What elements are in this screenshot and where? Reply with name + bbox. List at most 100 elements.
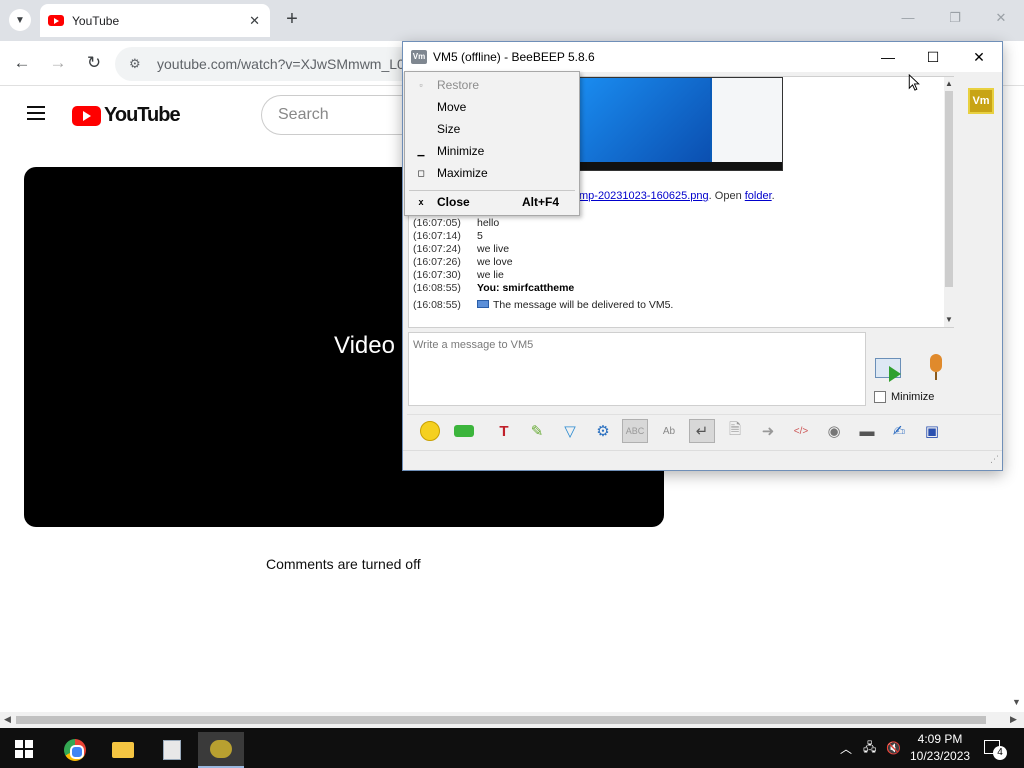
notification-count: 4	[993, 746, 1007, 760]
chrome-icon	[64, 739, 86, 761]
nudge-icon[interactable]	[451, 419, 477, 443]
status-bar	[403, 450, 1002, 470]
close-shortcut: Alt+F4	[522, 195, 560, 209]
hamburger-menu-icon[interactable]	[27, 106, 45, 120]
file-saved-line: mp-20231023-160625.png. Open folder.	[579, 190, 775, 202]
browser-tab-strip: ▼ YouTube ✕ + — ❐ ✕	[0, 0, 1024, 41]
font-icon[interactable]: T	[491, 419, 517, 443]
chat-scrollbar-thumb[interactable]	[945, 91, 953, 287]
chat-message: (16:07:26) we love	[413, 256, 513, 268]
restore-icon: ▫	[419, 80, 423, 90]
menu-item-move[interactable]: Move	[405, 96, 579, 118]
screenshot-icon[interactable]: ◉	[821, 419, 847, 443]
chat-toolbar: T ✎ ▽ ⚙ ABC Ab ↵ 🗎 ➜ </> ◉ ▬ ✍ ▣	[407, 414, 1001, 446]
send-folder-icon[interactable]: ➜	[755, 419, 781, 443]
folder-link[interactable]: folder	[745, 190, 772, 202]
comments-status: Comments are turned off	[266, 556, 421, 572]
window-minimize-button[interactable]: —	[878, 47, 898, 67]
menu-item-restore[interactable]: ▫ Restore	[405, 74, 579, 96]
chat-system-message: (16:08:55) The message will be delivered …	[413, 299, 674, 311]
microphone-icon	[930, 354, 942, 372]
notification-center-icon[interactable]: 4	[984, 738, 1007, 760]
tab-search-button[interactable]: ▼	[9, 9, 31, 31]
scroll-left-icon[interactable]: ◀	[4, 714, 11, 725]
menu-item-close[interactable]: x Close Alt+F4	[405, 191, 579, 213]
scroll-right-icon[interactable]: ▶	[1010, 714, 1017, 725]
volume-muted-icon[interactable]: 🔇	[886, 728, 901, 768]
chat-scrollbar[interactable]: ▲ ▼	[944, 77, 954, 327]
mail-icon	[477, 300, 489, 308]
shared-screenshot-image[interactable]	[579, 77, 783, 171]
maximize-icon: ◻	[417, 168, 425, 178]
browser-close-button[interactable]: ✕	[991, 10, 1011, 26]
scroll-down-icon[interactable]: ▼	[944, 315, 954, 324]
clock-time: 4:09 PM	[917, 732, 963, 746]
taskbar-app[interactable]	[149, 732, 195, 768]
voice-message-button[interactable]	[925, 354, 947, 384]
beebeep-titlebar[interactable]: Vm VM5 (offline) - BeeBEEP 5.8.6 — ☐ ✕	[403, 42, 1002, 72]
send-button[interactable]	[875, 356, 907, 382]
resize-grip-icon[interactable]: ⋰	[990, 454, 999, 465]
taskbar-chrome[interactable]	[52, 732, 98, 768]
youtube-favicon-icon	[48, 15, 64, 26]
system-clock[interactable]: 4:09 PM 10/23/2023	[910, 731, 970, 765]
font-color-icon[interactable]: ✎	[524, 419, 550, 443]
tab-close-icon[interactable]: ✕	[249, 13, 260, 29]
chevron-down-icon: ▼	[15, 14, 25, 26]
reload-icon[interactable]: ↻	[83, 52, 105, 74]
youtube-logo-icon	[72, 105, 101, 126]
html-code-icon[interactable]: </>	[788, 419, 814, 443]
tray-overflow-icon[interactable]: ︿	[840, 728, 852, 768]
forward-arrow-icon[interactable]: →	[47, 52, 69, 74]
settings-gear-icon[interactable]: ⚙	[590, 419, 616, 443]
browser-restore-button[interactable]: ❐	[945, 10, 965, 26]
word-completer-icon[interactable]: Ab	[656, 419, 682, 443]
video-placeholder-text: Video	[334, 332, 395, 359]
window-context-menu: ▫ Restore Move Size ▁ Minimize ◻ Maximiz…	[404, 71, 580, 216]
window-close-button[interactable]: ✕	[969, 47, 989, 67]
scrollbar-thumb[interactable]	[16, 716, 986, 724]
youtube-logo-text: YouTube	[104, 104, 181, 126]
browser-minimize-button[interactable]: —	[898, 10, 918, 25]
window-maximize-button[interactable]: ☐	[923, 47, 943, 67]
menu-item-maximize[interactable]: ◻ Maximize	[405, 162, 579, 184]
chat-message: (16:07:30) we lie	[413, 269, 504, 281]
minimize-checkbox[interactable]	[874, 391, 886, 403]
send-arrow-icon	[889, 366, 901, 382]
menu-item-minimize[interactable]: ▁ Minimize	[405, 140, 579, 162]
filter-icon[interactable]: ▽	[557, 419, 583, 443]
user-avatar[interactable]: Vm	[968, 88, 994, 114]
file-link[interactable]: mp-20231023-160625.png	[579, 190, 709, 202]
network-icon[interactable]: 🖧	[863, 728, 876, 768]
page-scroll-down-icon[interactable]: ▼	[1012, 697, 1021, 707]
beebeep-icon	[210, 740, 232, 758]
chat-message-own: (16:08:55) You: smirfcattheme	[413, 282, 575, 294]
youtube-logo[interactable]: YouTube	[72, 104, 181, 127]
windows-start-icon[interactable]	[15, 740, 33, 758]
youtube-search-input[interactable]: Search	[261, 95, 421, 135]
enter-key-icon[interactable]: ↵	[689, 419, 715, 443]
taskbar-beebeep[interactable]	[198, 732, 244, 768]
chat-message: (16:07:05) hello	[413, 217, 500, 229]
screen-capture-icon[interactable]: ▬	[854, 419, 880, 443]
url-text: youtube.com/watch?v=XJwSMmwm_L0	[157, 56, 405, 72]
share-box-icon[interactable]: ▣	[919, 419, 945, 443]
new-tab-button[interactable]: +	[283, 8, 301, 32]
save-chat-icon[interactable]: ✍	[886, 419, 912, 443]
folder-icon	[112, 742, 134, 758]
vm-app-icon[interactable]: Vm	[411, 50, 427, 64]
taskbar-file-explorer[interactable]	[100, 732, 146, 768]
send-file-icon[interactable]: 🗎	[722, 419, 748, 443]
spellcheck-icon[interactable]: ABC	[622, 419, 648, 443]
emoticon-icon[interactable]	[417, 419, 443, 443]
tab-youtube[interactable]: YouTube ✕	[40, 4, 270, 37]
site-settings-icon[interactable]: ⚙	[129, 56, 145, 72]
user-panel: Vm	[959, 76, 1003, 406]
back-arrow-icon[interactable]: ←	[11, 52, 33, 74]
message-input[interactable]: Write a message to VM5	[408, 332, 866, 406]
scroll-up-icon[interactable]: ▲	[944, 79, 954, 88]
mouse-cursor-icon	[908, 74, 920, 91]
menu-item-size[interactable]: Size	[405, 118, 579, 140]
horizontal-scrollbar[interactable]: ◀ ▶	[0, 712, 1024, 728]
chat-message: (16:07:14) 5	[413, 230, 483, 242]
